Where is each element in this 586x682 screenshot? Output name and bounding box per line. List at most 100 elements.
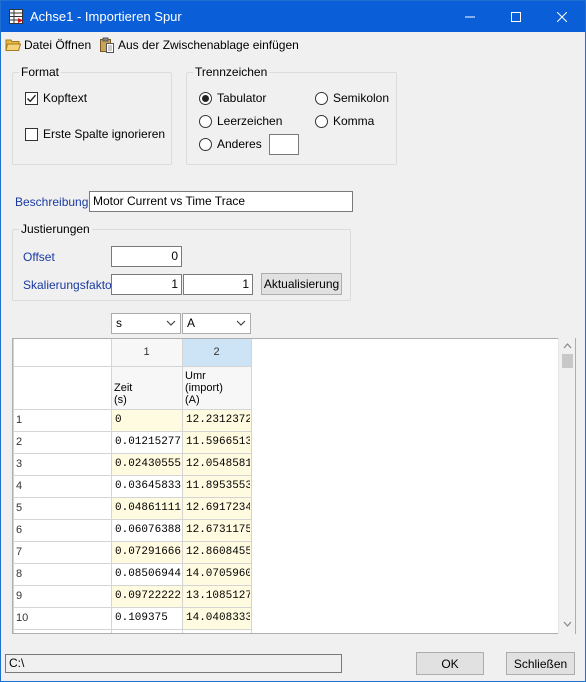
offset-label: Offset bbox=[23, 250, 55, 264]
offset-input[interactable]: 0 bbox=[111, 246, 182, 267]
column-number-2[interactable]: 2 bbox=[182, 339, 251, 366]
header-text-checkbox-row[interactable]: Kopftext bbox=[25, 91, 87, 105]
row-number[interactable]: 6 bbox=[13, 519, 111, 541]
adjustments-group-legend: Justierungen bbox=[19, 222, 92, 236]
data-cell-current[interactable]: 12.0548581 bbox=[186, 453, 250, 475]
data-cell-time[interactable]: 0.01215277 bbox=[115, 431, 181, 453]
data-cell-time[interactable]: 0.09722222 bbox=[115, 585, 181, 607]
clipboard-paste-icon bbox=[100, 37, 114, 53]
radio-tab[interactable] bbox=[199, 91, 212, 105]
data-cell-current[interactable]: 11.8953553 bbox=[186, 475, 250, 497]
data-cell-current[interactable]: 12.2312372 bbox=[186, 409, 250, 431]
column-header-2[interactable]: Umr (import) (A) bbox=[185, 369, 250, 408]
radio-other-row[interactable]: Anderes bbox=[199, 137, 262, 151]
radio-semicolon-row[interactable]: Semikolon bbox=[315, 91, 389, 105]
data-cell-time[interactable]: 0.03645833 bbox=[115, 475, 181, 497]
data-cell-current[interactable]: 11.5966513 bbox=[186, 431, 250, 453]
row-number[interactable]: 7 bbox=[13, 541, 111, 563]
maximize-button[interactable] bbox=[493, 1, 539, 32]
header-text-checkbox[interactable] bbox=[25, 91, 38, 105]
data-cell-time[interactable]: 0.06076388 bbox=[115, 519, 181, 541]
data-grid[interactable]: 1 2 Zeit (s) Umr (import) (A) 1 0 12.2312372 2 0… bbox=[12, 338, 576, 634]
row-number[interactable]: 8 bbox=[13, 563, 111, 585]
unit-col1-value: s bbox=[116, 316, 122, 330]
close-button[interactable] bbox=[539, 1, 585, 32]
separator-group: Trennzeichen Tabulator Semikolon Leerzei… bbox=[186, 65, 397, 165]
row-number[interactable]: 3 bbox=[13, 453, 111, 475]
radio-space[interactable] bbox=[199, 114, 212, 128]
data-cell-time[interactable]: 0.02430555 bbox=[115, 453, 181, 475]
row-number[interactable]: 4 bbox=[13, 475, 111, 497]
ignore-first-column-label: Erste Spalte ignorieren bbox=[43, 127, 166, 141]
scroll-down-arrow-icon bbox=[563, 621, 572, 627]
data-cell-time[interactable]: 0.08506944 bbox=[115, 563, 181, 585]
data-cell-current[interactable]: 12.6731175 bbox=[186, 519, 250, 541]
data-cell-current[interactable]: 14.0705960 bbox=[186, 563, 250, 585]
format-group-legend: Format bbox=[19, 65, 62, 79]
close-dialog-button[interactable]: Schließen bbox=[506, 652, 575, 675]
scale-factor-label: Skalierungsfaktor bbox=[23, 278, 116, 292]
paste-clipboard-button[interactable]: Aus der Zwischenablage einfügen bbox=[99, 36, 299, 54]
scroll-thumb bbox=[562, 354, 573, 368]
unit-select-col2[interactable]: A bbox=[182, 313, 251, 334]
data-cell-current[interactable]: 13.1085127 bbox=[186, 585, 250, 607]
row-number[interactable]: 2 bbox=[13, 431, 111, 453]
data-cell-time[interactable]: 0 bbox=[115, 409, 181, 431]
table-app-icon bbox=[9, 9, 23, 24]
scale-factor-input-1[interactable]: 1 bbox=[111, 274, 182, 295]
scale-factor-input-2[interactable]: 1 bbox=[183, 274, 253, 295]
row-number[interactable]: 1 bbox=[13, 409, 111, 431]
radio-tab-label: Tabulator bbox=[217, 91, 267, 105]
ok-button-label: OK bbox=[441, 656, 459, 671]
title-bar[interactable]: Achse1 - Importieren Spur bbox=[1, 1, 585, 32]
ignore-first-column-checkbox[interactable] bbox=[25, 127, 38, 141]
open-folder-icon bbox=[5, 39, 21, 51]
minimize-icon bbox=[465, 16, 475, 17]
open-file-button[interactable]: Datei Öffnen bbox=[5, 36, 91, 54]
minimize-button[interactable] bbox=[447, 1, 493, 32]
description-input[interactable]: Motor Current vs Time Trace bbox=[89, 191, 353, 212]
row-number[interactable]: 10 bbox=[13, 607, 111, 629]
radio-other-label: Anderes bbox=[217, 137, 262, 151]
paste-clipboard-label: Aus der Zwischenablage einfügen bbox=[118, 38, 299, 52]
radio-comma-label: Komma bbox=[333, 114, 375, 128]
unit-col2-value: A bbox=[187, 316, 196, 330]
update-button-label: Aktualisierung bbox=[263, 277, 340, 291]
path-status-field: C:\ bbox=[5, 654, 342, 673]
data-cell-time[interactable]: 0.109375 bbox=[115, 607, 181, 629]
radio-space-label: Leerzeichen bbox=[217, 114, 283, 128]
header-text-label: Kopftext bbox=[43, 91, 88, 105]
radio-tab-row[interactable]: Tabulator bbox=[199, 91, 266, 105]
row-number[interactable]: 9 bbox=[13, 585, 111, 607]
separator-group-legend: Trennzeichen bbox=[193, 65, 270, 79]
update-button[interactable]: Aktualisierung bbox=[261, 273, 342, 295]
data-cell-current[interactable]: 12.6917234 bbox=[186, 497, 250, 519]
column-header-1[interactable]: Zeit (s) bbox=[114, 369, 181, 408]
unit-select-col1[interactable]: s bbox=[111, 313, 181, 334]
vertical-scrollbar[interactable] bbox=[558, 338, 575, 634]
radio-comma[interactable] bbox=[315, 114, 328, 128]
data-cell-time[interactable]: 0.07291666 bbox=[115, 541, 181, 563]
radio-comma-row[interactable]: Komma bbox=[315, 114, 374, 128]
format-group: Format Kopftext Erste Spalte ignorieren bbox=[12, 65, 172, 165]
data-cell-current[interactable]: 12.8608455 bbox=[186, 541, 250, 563]
import-trace-dialog: Achse1 - Importieren Spur Datei Öffnen A… bbox=[0, 0, 586, 682]
close-dialog-button-label: Schließen bbox=[513, 656, 568, 671]
window-title: Achse1 - Importieren Spur bbox=[30, 9, 182, 24]
radio-other[interactable] bbox=[199, 137, 212, 151]
scroll-up-arrow-icon bbox=[563, 343, 572, 349]
column-number-1[interactable]: 1 bbox=[111, 339, 182, 366]
checkmark-icon bbox=[26, 94, 37, 102]
chevron-down-icon bbox=[236, 320, 246, 326]
maximize-icon bbox=[511, 11, 521, 22]
radio-space-row[interactable]: Leerzeichen bbox=[199, 114, 282, 128]
other-separator-input[interactable] bbox=[269, 134, 299, 155]
data-cell-time[interactable]: 0.04861111 bbox=[115, 497, 181, 519]
ok-button[interactable]: OK bbox=[416, 652, 484, 675]
radio-semicolon[interactable] bbox=[315, 91, 328, 105]
ignore-first-column-checkbox-row[interactable]: Erste Spalte ignorieren bbox=[25, 127, 165, 141]
data-cell-current[interactable]: 14.0408333 bbox=[186, 607, 250, 629]
description-label: Beschreibung bbox=[15, 195, 89, 209]
row-number[interactable]: 5 bbox=[13, 497, 111, 519]
scrollbar-graphic bbox=[562, 343, 573, 627]
